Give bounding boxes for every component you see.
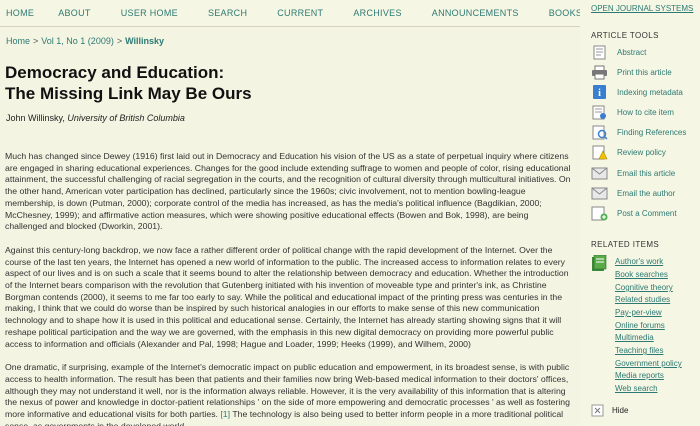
nav-home[interactable]: HOME: [6, 8, 34, 18]
tool-post-comment[interactable]: Post a Comment: [591, 204, 677, 222]
related-web-search[interactable]: Web search: [615, 384, 658, 393]
review-policy-icon: [592, 145, 608, 159]
article-tools-title: ARTICLE TOOLS: [591, 31, 659, 40]
related-items-icon: [592, 255, 607, 271]
tool-cite-label: How to cite item: [617, 107, 674, 117]
article-title: Democracy and Education: The Missing Lin…: [5, 62, 252, 104]
tool-email-author-label: Email the author: [617, 188, 676, 198]
svg-text:i: i: [598, 88, 601, 99]
ojs-link[interactable]: OPEN JOURNAL SYSTEMS: [591, 4, 693, 13]
article-title-line1: Democracy and Education:: [5, 63, 225, 82]
tool-cite[interactable]: How to cite item: [591, 103, 674, 121]
nav-books-for-review[interactable]: BOOKS FOR REVIEW: [549, 8, 580, 18]
abstract-icon: [593, 45, 606, 59]
related-teaching-files[interactable]: Teaching files: [615, 346, 663, 355]
related-related-studies[interactable]: Related studies: [615, 295, 670, 304]
tool-abstract[interactable]: Abstract: [591, 43, 646, 61]
tool-review-policy[interactable]: Review policy: [591, 143, 666, 161]
email-author-icon: [591, 187, 608, 199]
article-title-line2: The Missing Link May Be Ours: [5, 84, 252, 103]
related-multimedia[interactable]: Multimedia: [615, 333, 654, 342]
find-references-icon: [592, 125, 608, 140]
info-icon: i: [593, 84, 606, 99]
tool-find-references[interactable]: Finding References: [591, 123, 686, 141]
footnote-link[interactable]: [1]: [220, 409, 230, 419]
nav-user-home[interactable]: USER HOME: [121, 8, 178, 18]
related-government-policy[interactable]: Government policy: [615, 359, 682, 368]
article-author: John Willinsky, University of British Co…: [6, 113, 185, 123]
nav-about[interactable]: ABOUT: [58, 8, 91, 18]
tool-find-references-label: Finding References: [617, 127, 687, 137]
related-pay-per-view[interactable]: Pay-per-view: [615, 308, 662, 317]
tool-post-comment-label: Post a Comment: [617, 208, 677, 218]
hide-icon: [591, 404, 604, 417]
tool-review-policy-label: Review policy: [617, 147, 666, 157]
paragraph-1: Much has changed since Dewey (1916) firs…: [5, 151, 571, 232]
tool-print[interactable]: Print this article: [591, 63, 672, 81]
tool-abstract-label: Abstract: [617, 47, 647, 57]
breadcrumb-issue[interactable]: Vol 1, No 1 (2009): [41, 36, 114, 46]
top-navigation: HOME ABOUT USER HOME SEARCH CURRENT ARCH…: [0, 0, 580, 27]
email-icon: [591, 167, 608, 179]
printer-icon: [592, 65, 607, 79]
tool-email-article-label: Email this article: [617, 168, 676, 178]
nav-search[interactable]: SEARCH: [208, 8, 247, 18]
breadcrumb-current[interactable]: Willinsky: [125, 36, 164, 46]
breadcrumb-separator: >: [116, 36, 123, 46]
tool-print-label: Print this article: [617, 67, 672, 77]
breadcrumb: Home > Vol 1, No 1 (2009) > Willinsky: [6, 36, 164, 46]
sidebar: OPEN JOURNAL SYSTEMS ARTICLE TOOLS Abstr…: [582, 0, 700, 426]
nav-archives[interactable]: ARCHIVES: [353, 8, 401, 18]
related-media-reports[interactable]: Media reports: [615, 371, 664, 380]
main-content: HOME ABOUT USER HOME SEARCH CURRENT ARCH…: [0, 0, 580, 426]
breadcrumb-home[interactable]: Home: [6, 36, 30, 46]
tool-indexing[interactable]: i Indexing metadata: [591, 83, 683, 101]
related-items-title: RELATED ITEMS: [591, 240, 660, 249]
tool-indexing-label: Indexing metadata: [617, 87, 683, 97]
comment-icon: [591, 206, 608, 220]
nav-current[interactable]: CURRENT: [277, 8, 323, 18]
cite-icon: [592, 105, 606, 119]
tool-email-author[interactable]: Email the author: [591, 184, 675, 202]
related-online-forums[interactable]: Online forums: [615, 321, 665, 330]
hide-toggle[interactable]: Hide: [591, 404, 628, 417]
tool-email-article[interactable]: Email this article: [591, 164, 675, 182]
related-authors-work[interactable]: Author's work: [615, 257, 663, 266]
hide-label: Hide: [612, 406, 629, 415]
breadcrumb-separator: >: [33, 36, 39, 46]
author-name: John Willinsky,: [6, 113, 65, 123]
paragraph-3: One dramatic, if surprising, example of …: [5, 362, 571, 426]
article-body: Much has changed since Dewey (1916) firs…: [5, 151, 571, 426]
related-book-searches[interactable]: Book searches: [615, 270, 668, 279]
nav-announcements[interactable]: ANNOUNCEMENTS: [432, 8, 519, 18]
paragraph-2: Against this century-long backdrop, we n…: [5, 244, 569, 349]
related-cognitive-theory[interactable]: Cognitive theory: [615, 283, 673, 292]
author-affiliation: University of British Columbia: [67, 113, 185, 123]
